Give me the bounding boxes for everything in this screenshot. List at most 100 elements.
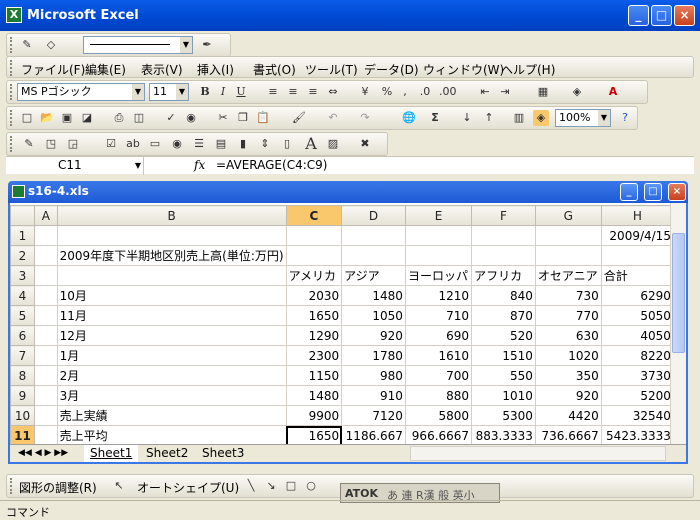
listbox-control-icon[interactable]: ☰ xyxy=(191,136,207,152)
name-box[interactable]: C11 ▼ xyxy=(14,157,144,175)
borders-icon[interactable]: ▦ xyxy=(535,84,551,100)
cell-b8[interactable]: 2月 xyxy=(56,365,287,386)
research-icon[interactable]: ◉ xyxy=(183,110,199,126)
row-header-11[interactable]: 11 xyxy=(10,425,35,446)
row-header-9[interactable]: 9 xyxy=(10,385,35,406)
cell-d1[interactable] xyxy=(341,225,406,246)
increase-indent-icon[interactable]: ⇥ xyxy=(497,84,513,100)
minimize-button[interactable]: _ xyxy=(628,5,649,26)
cell-c8[interactable]: 1150 xyxy=(285,365,343,386)
copy-icon[interactable]: ❐ xyxy=(235,110,251,126)
cell-f11[interactable]: 883.3333 xyxy=(471,425,536,446)
undo-icon[interactable]: ↶ xyxy=(325,110,341,126)
cell-d2[interactable] xyxy=(341,245,406,266)
column-header-d[interactable]: D xyxy=(341,205,406,226)
cell-b10[interactable]: 売上実績 xyxy=(56,405,287,426)
view-code-icon[interactable]: ◲ xyxy=(65,136,81,152)
cell-c10[interactable]: 9900 xyxy=(285,405,343,426)
cell-f7[interactable]: 1510 xyxy=(471,345,536,366)
cell-b9[interactable]: 3月 xyxy=(56,385,287,406)
formula-input[interactable]: =AVERAGE(C4:C9) xyxy=(216,158,327,172)
cell-g1[interactable] xyxy=(534,225,602,246)
cell-c3[interactable]: アメリカ xyxy=(285,265,343,286)
cell-h9[interactable]: 5200 xyxy=(600,385,674,406)
row-header-3[interactable]: 3 xyxy=(10,265,35,286)
cell-c1[interactable] xyxy=(285,225,343,246)
close-button[interactable]: × xyxy=(674,5,695,26)
column-header-h[interactable]: H xyxy=(600,205,674,226)
cell-e8[interactable]: 700 xyxy=(404,365,473,386)
spinbutton-control-icon[interactable]: ⇕ xyxy=(257,136,273,152)
cell-g2[interactable] xyxy=(534,245,602,266)
cell-h3[interactable]: 合計 xyxy=(600,265,674,286)
cell-a1[interactable] xyxy=(33,225,58,246)
tab-scroll-buttons[interactable]: ◀◀ ◀ ▶ ▶▶ xyxy=(12,445,74,462)
select-all-corner[interactable] xyxy=(10,205,35,226)
cell-f9[interactable]: 1010 xyxy=(471,385,536,406)
menu-help[interactable]: ヘルプ(H) xyxy=(501,61,555,78)
row-header-5[interactable]: 5 xyxy=(10,305,35,326)
cell-c4[interactable]: 2030 xyxy=(285,285,343,306)
underline-button[interactable]: U xyxy=(233,84,249,100)
paste-icon[interactable]: 📋 xyxy=(255,110,271,126)
column-header-e[interactable]: E xyxy=(404,205,473,226)
cell-a8[interactable] xyxy=(33,365,58,386)
cell-h8[interactable]: 3730 xyxy=(600,365,674,386)
cell-g5[interactable]: 770 xyxy=(534,305,602,326)
cell-c7[interactable]: 2300 xyxy=(285,345,343,366)
save-icon[interactable]: ▣ xyxy=(59,110,75,126)
cell-f5[interactable]: 870 xyxy=(471,305,536,326)
cell-d3[interactable]: アジア xyxy=(341,265,406,286)
cell-e2[interactable] xyxy=(404,245,473,266)
cell-g9[interactable]: 920 xyxy=(534,385,602,406)
decrease-indent-icon[interactable]: ⇤ xyxy=(477,84,493,100)
cell-a4[interactable] xyxy=(33,285,58,306)
cell-b11[interactable]: 売上平均 xyxy=(56,425,287,446)
sheet-tab-1[interactable]: Sheet1 xyxy=(84,445,139,462)
vertical-scroll-thumb[interactable] xyxy=(672,233,685,353)
cell-b3[interactable] xyxy=(56,265,287,286)
italic-button[interactable]: I xyxy=(215,84,231,100)
checkbox-control-icon[interactable]: ☑ xyxy=(103,136,119,152)
cell-d4[interactable]: 1480 xyxy=(341,285,406,306)
comma-style-icon[interactable]: , xyxy=(397,84,413,100)
autoshapes-menu[interactable]: オートシェイプ(U) xyxy=(137,479,239,496)
align-left-icon[interactable]: ≡ xyxy=(265,84,281,100)
cell-g4[interactable]: 730 xyxy=(534,285,602,306)
rectangle-icon[interactable]: □ xyxy=(283,478,299,494)
properties-icon[interactable]: ◳ xyxy=(43,136,59,152)
column-header-f[interactable]: F xyxy=(471,205,536,226)
cell-c2[interactable] xyxy=(285,245,343,266)
cell-b5[interactable]: 11月 xyxy=(56,305,287,326)
cell-a11[interactable] xyxy=(33,425,58,446)
sheet-tab-2[interactable]: Sheet2 xyxy=(140,445,194,462)
cell-g10[interactable]: 4420 xyxy=(534,405,602,426)
row-header-7[interactable]: 7 xyxy=(10,345,35,366)
menu-format[interactable]: 書式(O) xyxy=(253,61,296,78)
cell-c5[interactable]: 1650 xyxy=(285,305,343,326)
cell-b7[interactable]: 1月 xyxy=(56,345,287,366)
column-header-c[interactable]: C xyxy=(285,205,343,226)
cell-h7[interactable]: 8220 xyxy=(600,345,674,366)
cell-h1[interactable]: 2009/4/15 xyxy=(600,225,674,246)
cell-g8[interactable]: 350 xyxy=(534,365,602,386)
cell-c11[interactable]: 1650 xyxy=(285,425,343,446)
hyperlink-icon[interactable]: 🌐 xyxy=(401,110,417,126)
cell-e5[interactable]: 710 xyxy=(404,305,473,326)
font-color-icon[interactable]: A xyxy=(605,84,621,100)
font-size-dropdown[interactable]: 11 ▼ xyxy=(149,83,189,101)
cell-h6[interactable]: 4050 xyxy=(600,325,674,346)
workbook-minimize-button[interactable]: _ xyxy=(620,183,638,201)
horizontal-scrollbar[interactable] xyxy=(410,446,666,461)
design-mode-icon[interactable]: ✎ xyxy=(21,136,37,152)
cell-d5[interactable]: 1050 xyxy=(341,305,406,326)
menu-edit[interactable]: 編集(E) xyxy=(85,61,126,78)
cell-h2[interactable] xyxy=(600,245,674,266)
increase-decimal-icon[interactable]: .0 xyxy=(417,84,433,100)
eraser-icon[interactable]: ◇ xyxy=(43,37,59,53)
maximize-button[interactable]: □ xyxy=(651,5,672,26)
row-header-4[interactable]: 4 xyxy=(10,285,35,306)
cell-d7[interactable]: 1780 xyxy=(341,345,406,366)
cell-h5[interactable]: 5050 xyxy=(600,305,674,326)
cell-f1[interactable] xyxy=(471,225,536,246)
